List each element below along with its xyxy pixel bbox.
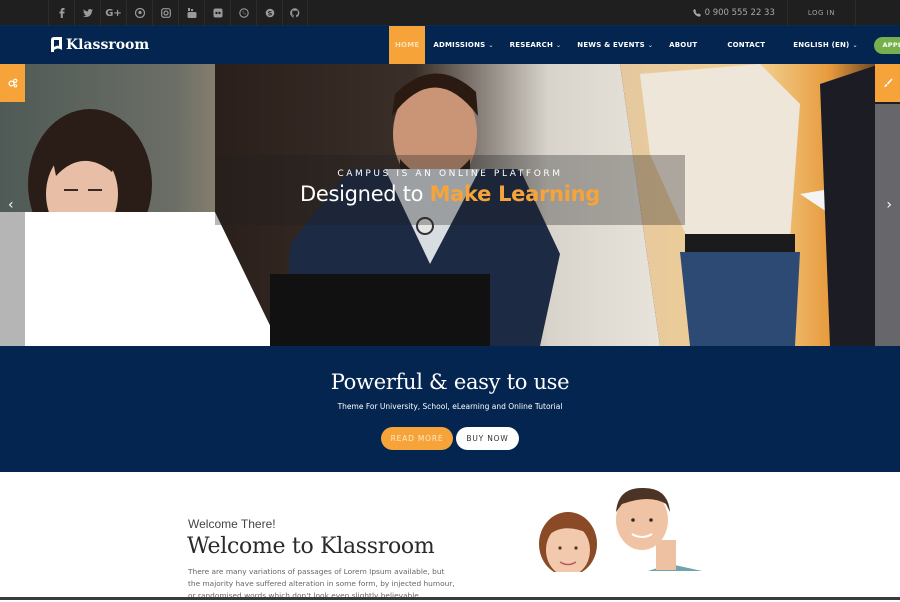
promo-buttons: READ MORE BUY NOW [381,427,519,450]
nav-home-label: HOME [395,41,420,49]
nav-contact[interactable]: CONTACT [711,26,779,64]
style-toggle-button[interactable] [875,64,900,102]
social-links: G+ S [48,0,308,26]
top-right: 0 900 555 22 33 LOG IN [692,0,900,26]
nav-news-events-label: NEWS & EVENTS [577,41,645,49]
main-navbar: Klassroom HOME ADMISSIONS ⌄ RESEARCH ⌄ NEW… [0,26,900,64]
read-more-button[interactable]: READ MORE [381,427,453,450]
phone-number: 0 900 555 22 33 [692,0,788,26]
settings-toggle-button[interactable] [0,64,25,102]
youtube-icon[interactable] [178,0,204,26]
github-icon[interactable] [282,0,308,26]
login-link[interactable]: LOG IN [788,0,856,26]
logo[interactable]: Klassroom [50,36,149,53]
hero-kicker: CAMPUS IS AN ONLINE PLATFORM [337,169,563,179]
twitter-icon[interactable] [74,0,100,26]
nav-language-label: ENGLISH (EN) [793,41,850,49]
welcome-title: Welcome to Klassroom [187,534,435,559]
welcome-kicker: Welcome There! [188,517,276,531]
hero-slider: CAMPUS IS AN ONLINE PLATFORM Designed to… [0,64,900,346]
phone-icon [692,9,701,17]
flickr-icon[interactable] [204,0,230,26]
chevron-down-icon: ⌄ [488,41,494,49]
buy-now-button[interactable]: BUY NOW [456,427,519,450]
instagram-icon[interactable] [152,0,178,26]
nav-admissions-label: ADMISSIONS [433,41,486,49]
paint-brush-icon [883,78,893,87]
chevron-down-icon: ⌄ [852,41,858,49]
hero-headline: Designed to Make Learning [0,182,900,206]
svg-text:S: S [267,9,272,17]
promo-subtitle: Theme For University, School, eLearning … [337,402,563,411]
settings-gears-icon [7,78,17,88]
skype-icon[interactable]: S [256,0,282,26]
nav-language[interactable]: ENGLISH (EN) ⌄ [779,26,865,64]
logo-icon [51,37,62,52]
nav-contact-label: CONTACT [727,41,766,49]
logo-text: Klassroom [66,36,150,53]
facebook-icon[interactable] [48,0,74,26]
nav-about-label: ABOUT [669,41,698,49]
chevron-down-icon: ⌄ [647,41,654,49]
hero-headline-plain: Designed to [299,182,430,206]
nav-admissions[interactable]: ADMISSIONS ⌄ [425,26,501,64]
slider-prev-arrow[interactable]: ‹ [8,197,14,213]
top-bar: G+ S 0 900 555 22 33 LOG IN [0,0,900,26]
apply-now-button[interactable]: APPLY NOW [873,36,900,54]
nav-research[interactable]: RESEARCH ⌄ [502,26,570,64]
whatsapp-icon[interactable] [230,0,256,26]
main-menu: HOME ADMISSIONS ⌄ RESEARCH ⌄ NEWS & EVENTS… [389,26,900,64]
phone-text: 0 900 555 22 33 [704,8,775,18]
nav-news-events[interactable]: NEWS & EVENTS ⌄ [569,26,661,64]
slider-next-arrow[interactable]: › [886,197,892,213]
pinterest-icon[interactable] [126,0,152,26]
nav-about[interactable]: ABOUT [661,26,711,64]
welcome-section: Welcome There! Welcome to Klassroom Ther… [0,472,900,600]
promo-section: Powerful & easy to use Theme For Univers… [0,346,900,472]
google-plus-icon[interactable]: G+ [100,0,126,26]
students-image [539,487,702,572]
promo-title: Powerful & easy to use [330,370,570,394]
chevron-down-icon: ⌄ [556,41,562,49]
nav-research-label: RESEARCH [509,41,554,49]
hero-headline-highlight: Make Learning [429,182,601,206]
nav-home[interactable]: HOME [389,26,426,64]
